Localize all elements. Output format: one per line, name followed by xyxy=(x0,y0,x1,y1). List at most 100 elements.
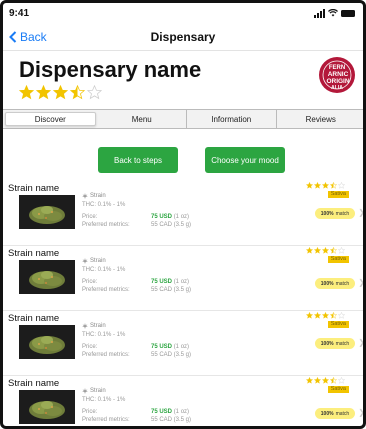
strain-name: Strain name xyxy=(8,183,60,194)
metrics-label: Preferred metrics: xyxy=(82,417,130,423)
match-percent: 100% xyxy=(320,280,334,287)
metrics-value: 55 CAD (3.5 g) xyxy=(151,352,192,358)
tab-menu[interactable]: Menu xyxy=(98,110,187,128)
match-percent: 100% xyxy=(320,410,334,417)
star-icon xyxy=(19,85,34,100)
metrics-label: Preferred metrics: xyxy=(82,352,130,358)
choose-mood-button[interactable]: Choose your mood xyxy=(205,147,285,173)
strain-type-label: Strain xyxy=(90,323,106,329)
strain-type-label: Strain xyxy=(90,388,106,394)
sativa-badge: Sativa xyxy=(327,256,349,263)
match-label: match xyxy=(335,340,350,347)
back-button-label: Back xyxy=(20,29,47,44)
price-unit: (1 oz) xyxy=(173,409,190,415)
dispensary-rating xyxy=(19,85,102,100)
strain-type: Strain xyxy=(82,258,106,264)
metrics-label: Preferred metrics: xyxy=(82,287,130,293)
match-label: match xyxy=(335,280,350,287)
star-icon xyxy=(330,377,337,384)
dispensary-logo: FERN ARNIC ORIGIN ALIA xyxy=(319,57,355,93)
status-bar: 9:41 xyxy=(3,3,363,23)
chevron-right-icon[interactable]: ❯ xyxy=(358,208,363,217)
price-label: Price: xyxy=(82,279,98,285)
cannabis-bud-image xyxy=(19,325,75,359)
strain-type-label: Strain xyxy=(90,258,106,264)
leaf-icon xyxy=(82,193,88,199)
strain-card[interactable]: Strain name Strain THC: 0.1% - 1% Price: 75 … xyxy=(3,376,363,426)
status-icons xyxy=(314,8,355,18)
back-button[interactable]: Back xyxy=(3,30,47,44)
chevron-right-icon[interactable]: ❯ xyxy=(358,408,363,417)
strain-card[interactable]: Strain name Strain THC: 0.1% - 1% Price: 75 … xyxy=(3,311,363,376)
star-icon xyxy=(330,247,337,254)
dispensary-name: Dispensary name xyxy=(19,57,202,82)
back-to-steps-button[interactable]: Back to steps xyxy=(98,147,178,173)
sativa-badge: Sativa xyxy=(327,386,349,393)
tab-reviews[interactable]: Reviews xyxy=(277,110,364,128)
navigation-bar: Back Dispensary xyxy=(3,23,363,51)
strain-thumbnail xyxy=(19,390,75,424)
strain-thc: THC: 0.1% - 1% xyxy=(82,202,126,208)
metrics-label: Preferred metrics: xyxy=(82,222,130,228)
star-icon xyxy=(322,377,329,384)
star-icon xyxy=(306,182,313,189)
star-icon xyxy=(53,85,68,100)
price-value: 75 USD (1 oz) xyxy=(151,344,189,350)
match-badge: 100% match xyxy=(315,408,355,419)
match-label: match xyxy=(335,410,350,417)
cannabis-bud-image xyxy=(19,260,75,294)
strain-name: Strain name xyxy=(8,248,60,259)
strain-thc: THC: 0.1% - 1% xyxy=(82,332,126,338)
chevron-left-icon xyxy=(9,30,17,43)
strain-type-label: Strain xyxy=(90,193,106,199)
price-label: Price: xyxy=(82,214,98,220)
star-icon xyxy=(322,247,329,254)
status-time: 9:41 xyxy=(9,7,30,19)
star-icon xyxy=(36,85,51,100)
star-icon xyxy=(322,312,329,319)
cannabis-bud-image xyxy=(19,390,75,424)
leaf-icon xyxy=(82,323,88,329)
price-label: Price: xyxy=(82,409,98,415)
svg-text:ORIGIN: ORIGIN xyxy=(326,78,349,85)
tab-information[interactable]: Information xyxy=(187,110,277,128)
price-unit: (1 oz) xyxy=(173,214,190,220)
star-icon xyxy=(306,377,313,384)
strain-type: Strain xyxy=(82,193,106,199)
metrics-value: 55 CAD (3.5 g) xyxy=(151,287,192,293)
price-unit: (1 oz) xyxy=(173,344,190,350)
strain-rating xyxy=(306,377,345,384)
cannabis-bud-image xyxy=(19,195,75,229)
metrics-value: 55 CAD (3.5 g) xyxy=(151,417,192,423)
star-icon xyxy=(314,247,321,254)
action-buttons: Back to steps Choose your mood xyxy=(3,147,363,173)
price-value: 75 USD (1 oz) xyxy=(151,409,189,415)
svg-text:ALIA: ALIA xyxy=(331,85,343,91)
tab-discover[interactable]: Discover xyxy=(5,112,96,126)
chevron-right-icon[interactable]: ❯ xyxy=(358,278,363,287)
strain-name: Strain name xyxy=(8,313,60,324)
star-icon xyxy=(338,312,345,319)
price-unit: (1 oz) xyxy=(173,279,190,285)
metrics-value: 55 CAD (3.5 g) xyxy=(151,222,192,228)
price-amount: 75 USD xyxy=(151,279,173,285)
segmented-tabs: Discover Menu Information Reviews xyxy=(3,109,364,129)
strain-card[interactable]: Strain name Strain THC: 0.1% - 1% Price: 75 … xyxy=(3,181,363,246)
match-badge: 100% match xyxy=(315,208,355,219)
match-percent: 100% xyxy=(320,340,334,347)
chevron-right-icon[interactable]: ❯ xyxy=(358,338,363,347)
star-icon xyxy=(322,182,329,189)
strain-rating xyxy=(306,312,345,319)
price-value: 75 USD (1 oz) xyxy=(151,214,189,220)
star-icon xyxy=(330,312,337,319)
match-badge: 100% match xyxy=(315,338,355,349)
match-label: match xyxy=(335,210,350,217)
strain-card[interactable]: Strain name Strain THC: 0.1% - 1% Price: 75 … xyxy=(3,246,363,311)
nav-title: Dispensary xyxy=(150,29,216,44)
star-icon xyxy=(338,182,345,189)
app-frame: 9:41 Back Dispensary Dispensary name FER… xyxy=(0,0,366,429)
leaf-icon xyxy=(82,388,88,394)
match-percent: 100% xyxy=(320,210,334,217)
battery-icon xyxy=(341,9,355,17)
svg-text:ARNIC: ARNIC xyxy=(328,71,349,78)
